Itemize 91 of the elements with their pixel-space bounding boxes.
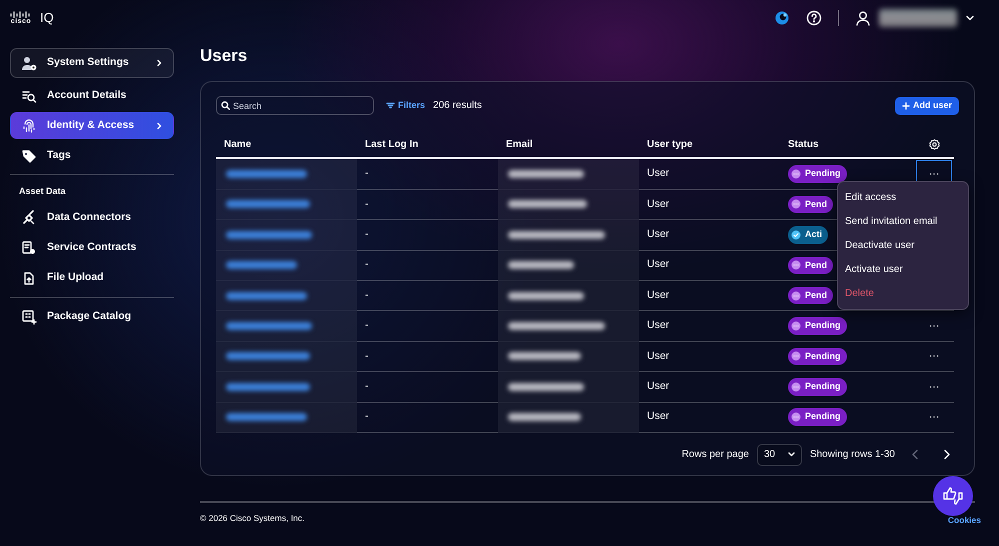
dots-circle-icon	[791, 260, 801, 270]
table-cell: -	[357, 190, 498, 220]
menu-item[interactable]: Delete	[838, 282, 968, 306]
cookies-link[interactable]: Cookies	[948, 514, 981, 528]
chevron-left-icon	[911, 449, 919, 460]
table-cell: -	[357, 372, 498, 403]
table-cell: -	[357, 250, 498, 281]
status-badge: Acti	[788, 226, 828, 244]
catalog-icon	[21, 309, 37, 325]
section-label: Asset Data	[19, 185, 66, 198]
table-cell: User	[639, 190, 780, 220]
sidebar-item[interactable]: Account Details	[10, 82, 174, 109]
search-icon	[221, 101, 230, 110]
status-badge: Pending	[788, 408, 846, 426]
settings-icon[interactable]	[928, 138, 940, 150]
status-badge: Pend	[788, 286, 834, 304]
table-cell: -	[357, 342, 498, 372]
table-cell: -	[357, 220, 498, 251]
column-header: User type	[639, 131, 780, 160]
document-gear-icon	[21, 240, 37, 256]
table-cell: -	[357, 280, 498, 312]
blurred-email	[508, 261, 574, 270]
status-badge: Pending	[788, 378, 846, 396]
menu-item[interactable]: Activate user	[838, 258, 968, 282]
table-cell: -	[357, 402, 498, 433]
showing-rows-text: Showing rows 1-30	[810, 448, 895, 462]
dots-circle-icon	[791, 169, 801, 180]
dots-circle-icon	[791, 321, 801, 332]
user-icon	[855, 10, 871, 26]
table-cell: User	[639, 159, 780, 190]
settings-icon	[21, 55, 37, 71]
more-icon	[929, 384, 939, 389]
table-cell: User	[639, 342, 780, 372]
dots-circle-icon	[791, 382, 801, 392]
blurred-name	[226, 261, 297, 270]
menu-item[interactable]: Edit access	[838, 186, 968, 210]
table-cell: User	[639, 220, 780, 251]
page-title: Users	[200, 46, 248, 66]
sidebar-item[interactable]: System Settings	[10, 48, 174, 78]
filter-icon	[386, 102, 395, 110]
status-badge: Pending	[788, 348, 846, 366]
table-cell: -	[357, 159, 498, 190]
table-cell: User	[639, 402, 780, 433]
more-icon	[929, 324, 939, 328]
status-badge: Pend	[788, 256, 834, 274]
sidebar-item[interactable]: Service Contracts	[10, 234, 174, 262]
dots-circle-icon	[791, 412, 801, 422]
sidebar-item[interactable]: Data Connectors	[10, 204, 174, 232]
table-cell: User	[639, 280, 780, 312]
feedback-button[interactable]	[933, 476, 973, 516]
column-header: Last Log In	[357, 131, 498, 160]
fingerprint-icon	[21, 118, 37, 134]
chevron-right-icon	[943, 449, 951, 460]
product-name: IQ	[40, 9, 54, 28]
add-user-button[interactable]: Add user	[894, 96, 959, 115]
status-badge: Pend	[788, 196, 834, 214]
menu-item[interactable]: Deactivate user	[838, 234, 968, 258]
rows-per-page-label: Rows per page	[682, 448, 749, 462]
check-circle-icon	[791, 230, 801, 240]
sidebar-item[interactable]: Tags	[10, 142, 174, 169]
table-cell: User	[639, 372, 780, 403]
chevron-down-icon	[788, 452, 795, 458]
sidebar-item[interactable]: Package Catalog	[10, 304, 174, 330]
copyright-text: © 2026 Cisco Systems, Inc.	[200, 512, 305, 526]
more-icon	[929, 172, 939, 176]
bars-icon	[10, 11, 32, 18]
status-badge: Pending	[788, 317, 846, 335]
help-icon	[806, 10, 822, 26]
sidebar-item[interactable]: Identity & Access	[10, 112, 174, 139]
menu-item[interactable]: Send invitation email	[838, 210, 968, 234]
filters-button[interactable]: Filters	[386, 99, 426, 113]
sidebar-item[interactable]: File Upload	[10, 264, 174, 292]
dots-circle-icon	[791, 290, 801, 301]
dots-circle-icon	[791, 351, 801, 362]
results-count: 206 results	[433, 99, 482, 114]
column-header: Email	[498, 131, 639, 160]
chevron-down-icon	[965, 14, 975, 22]
column-header: Name	[216, 131, 357, 160]
table-cell: -	[357, 311, 498, 342]
dots-circle-icon	[791, 199, 801, 210]
more-icon	[929, 415, 939, 420]
plus-icon	[902, 102, 910, 110]
assistant-icon	[774, 10, 790, 26]
table-cell: User	[639, 311, 780, 342]
more-icon	[929, 354, 939, 358]
table-cell: User	[639, 250, 780, 281]
column-header: Status	[780, 131, 914, 160]
status-badge: Pending	[788, 165, 846, 183]
plug-icon	[21, 210, 37, 226]
tag-icon	[21, 148, 37, 164]
rows-per-page-select[interactable]: 30	[756, 444, 802, 466]
